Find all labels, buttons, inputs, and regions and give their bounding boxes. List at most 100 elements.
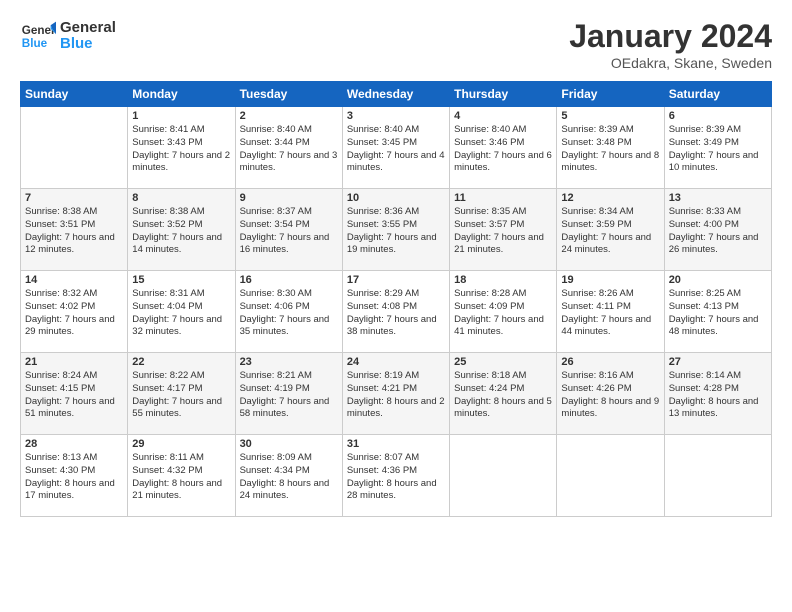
day-number: 1 <box>132 110 230 122</box>
day-cell: 29Sunrise: 8:11 AMSunset: 4:32 PMDayligh… <box>128 435 235 517</box>
day-info: Sunrise: 8:34 AMSunset: 3:59 PMDaylight:… <box>561 206 659 257</box>
day-info: Sunrise: 8:39 AMSunset: 3:48 PMDaylight:… <box>561 124 659 175</box>
day-cell: 8 Sunrise: 8:38 AMSunset: 3:52 PMDaylight… <box>128 189 235 271</box>
day-info: Sunrise: 8:19 AMSunset: 4:21 PMDaylight:… <box>347 370 445 421</box>
col-header-monday: Monday <box>128 82 235 107</box>
header: General Blue General Blue January 2024 O… <box>20 18 772 71</box>
day-info: Sunrise: 8:38 AMSunset: 3:52 PMDaylight:… <box>132 206 230 257</box>
day-number: 24 <box>347 356 445 368</box>
day-cell: 28 Sunrise: 8:13 AMSunset: 4:30 PMDayligh… <box>21 435 128 517</box>
day-number: 20 <box>669 274 767 286</box>
day-number: 7 <box>25 192 123 204</box>
week-row-3: 14Sunrise: 8:32 AMSunset: 4:02 PMDayligh… <box>21 271 772 353</box>
day-number: 8 <box>132 192 230 204</box>
day-number: 29 <box>132 438 230 450</box>
day-number: 2 <box>240 110 338 122</box>
day-number: 18 <box>454 274 552 286</box>
day-info: Sunrise: 8:13 AMSunset: 4:30 PMDaylight:… <box>25 452 123 503</box>
week-row-1: 1 Sunrise: 8:41 AMSunset: 3:43 PMDaylight… <box>21 107 772 189</box>
logo: General Blue General Blue <box>20 18 116 54</box>
day-number: 3 <box>347 110 445 122</box>
day-info: Sunrise: 8:32 AMSunset: 4:02 PMDaylight:… <box>25 288 123 339</box>
day-info: Sunrise: 8:40 AMSunset: 3:45 PMDaylight:… <box>347 124 445 175</box>
day-cell: 4Sunrise: 8:40 AMSunset: 3:46 PMDaylight… <box>450 107 557 189</box>
day-info: Sunrise: 8:16 AMSunset: 4:26 PMDaylight:… <box>561 370 659 421</box>
day-cell: 11 Sunrise: 8:35 AMSunset: 3:57 PMDayligh… <box>450 189 557 271</box>
col-header-sunday: Sunday <box>21 82 128 107</box>
day-cell: 5 Sunrise: 8:39 AMSunset: 3:48 PMDaylight… <box>557 107 664 189</box>
day-info: Sunrise: 8:09 AMSunset: 4:34 PMDaylight:… <box>240 452 338 503</box>
svg-text:Blue: Blue <box>22 37 48 50</box>
day-number: 13 <box>669 192 767 204</box>
day-cell: 1 Sunrise: 8:41 AMSunset: 3:43 PMDaylight… <box>128 107 235 189</box>
day-info: Sunrise: 8:41 AMSunset: 3:43 PMDaylight:… <box>132 124 230 175</box>
day-cell: 18 Sunrise: 8:28 AMSunset: 4:09 PMDayligh… <box>450 271 557 353</box>
day-cell: 15 Sunrise: 8:31 AMSunset: 4:04 PMDayligh… <box>128 271 235 353</box>
day-number: 9 <box>240 192 338 204</box>
day-number: 6 <box>669 110 767 122</box>
day-cell: 6 Sunrise: 8:39 AMSunset: 3:49 PMDaylight… <box>664 107 771 189</box>
day-cell: 17 Sunrise: 8:29 AMSunset: 4:08 PMDayligh… <box>342 271 449 353</box>
col-header-friday: Friday <box>557 82 664 107</box>
day-cell: 20 Sunrise: 8:25 AMSunset: 4:13 PMDayligh… <box>664 271 771 353</box>
day-cell: 10 Sunrise: 8:36 AMSunset: 3:55 PMDayligh… <box>342 189 449 271</box>
day-cell: 24 Sunrise: 8:19 AMSunset: 4:21 PMDayligh… <box>342 353 449 435</box>
day-cell: 14Sunrise: 8:32 AMSunset: 4:02 PMDayligh… <box>21 271 128 353</box>
day-cell: 26Sunrise: 8:16 AMSunset: 4:26 PMDayligh… <box>557 353 664 435</box>
day-info: Sunrise: 8:29 AMSunset: 4:08 PMDaylight:… <box>347 288 445 339</box>
day-info: Sunrise: 8:24 AMSunset: 4:15 PMDaylight:… <box>25 370 123 421</box>
day-cell <box>664 435 771 517</box>
day-info: Sunrise: 8:36 AMSunset: 3:55 PMDaylight:… <box>347 206 445 257</box>
day-number: 28 <box>25 438 123 450</box>
day-info: Sunrise: 8:33 AMSunset: 4:00 PMDaylight:… <box>669 206 767 257</box>
day-info: Sunrise: 8:40 AMSunset: 3:46 PMDaylight:… <box>454 124 552 175</box>
calendar-title: January 2024 <box>569 18 772 55</box>
title-area: January 2024 OEdakra, Skane, Sweden <box>569 18 772 71</box>
day-info: Sunrise: 8:25 AMSunset: 4:13 PMDaylight:… <box>669 288 767 339</box>
day-number: 15 <box>132 274 230 286</box>
day-cell <box>450 435 557 517</box>
col-header-tuesday: Tuesday <box>235 82 342 107</box>
day-info: Sunrise: 8:21 AMSunset: 4:19 PMDaylight:… <box>240 370 338 421</box>
day-cell: 23 Sunrise: 8:21 AMSunset: 4:19 PMDayligh… <box>235 353 342 435</box>
day-number: 25 <box>454 356 552 368</box>
header-row: SundayMondayTuesdayWednesdayThursdayFrid… <box>21 82 772 107</box>
day-cell: 30 Sunrise: 8:09 AMSunset: 4:34 PMDayligh… <box>235 435 342 517</box>
day-cell: 19Sunrise: 8:26 AMSunset: 4:11 PMDayligh… <box>557 271 664 353</box>
day-number: 31 <box>347 438 445 450</box>
day-cell: 3 Sunrise: 8:40 AMSunset: 3:45 PMDaylight… <box>342 107 449 189</box>
col-header-saturday: Saturday <box>664 82 771 107</box>
day-cell: 2 Sunrise: 8:40 AMSunset: 3:44 PMDaylight… <box>235 107 342 189</box>
day-number: 16 <box>240 274 338 286</box>
day-number: 17 <box>347 274 445 286</box>
day-number: 12 <box>561 192 659 204</box>
day-cell: 31 Sunrise: 8:07 AMSunset: 4:36 PMDayligh… <box>342 435 449 517</box>
calendar-table: SundayMondayTuesdayWednesdayThursdayFrid… <box>20 81 772 517</box>
day-cell: 13 Sunrise: 8:33 AMSunset: 4:00 PMDayligh… <box>664 189 771 271</box>
day-number: 23 <box>240 356 338 368</box>
day-info: Sunrise: 8:28 AMSunset: 4:09 PMDaylight:… <box>454 288 552 339</box>
col-header-thursday: Thursday <box>450 82 557 107</box>
day-number: 19 <box>561 274 659 286</box>
day-info: Sunrise: 8:14 AMSunset: 4:28 PMDaylight:… <box>669 370 767 421</box>
day-info: Sunrise: 8:35 AMSunset: 3:57 PMDaylight:… <box>454 206 552 257</box>
day-info: Sunrise: 8:07 AMSunset: 4:36 PMDaylight:… <box>347 452 445 503</box>
day-number: 27 <box>669 356 767 368</box>
day-number: 22 <box>132 356 230 368</box>
day-cell: 12 Sunrise: 8:34 AMSunset: 3:59 PMDayligh… <box>557 189 664 271</box>
day-number: 30 <box>240 438 338 450</box>
day-number: 5 <box>561 110 659 122</box>
day-number: 10 <box>347 192 445 204</box>
day-info: Sunrise: 8:39 AMSunset: 3:49 PMDaylight:… <box>669 124 767 175</box>
page: General Blue General Blue January 2024 O… <box>0 0 792 527</box>
week-row-4: 21 Sunrise: 8:24 AMSunset: 4:15 PMDayligh… <box>21 353 772 435</box>
day-info: Sunrise: 8:31 AMSunset: 4:04 PMDaylight:… <box>132 288 230 339</box>
day-cell: 16 Sunrise: 8:30 AMSunset: 4:06 PMDayligh… <box>235 271 342 353</box>
day-number: 21 <box>25 356 123 368</box>
day-info: Sunrise: 8:30 AMSunset: 4:06 PMDaylight:… <box>240 288 338 339</box>
calendar-subtitle: OEdakra, Skane, Sweden <box>569 55 772 71</box>
day-cell: 9Sunrise: 8:37 AMSunset: 3:54 PMDaylight… <box>235 189 342 271</box>
day-cell <box>557 435 664 517</box>
day-number: 11 <box>454 192 552 204</box>
day-info: Sunrise: 8:40 AMSunset: 3:44 PMDaylight:… <box>240 124 338 175</box>
